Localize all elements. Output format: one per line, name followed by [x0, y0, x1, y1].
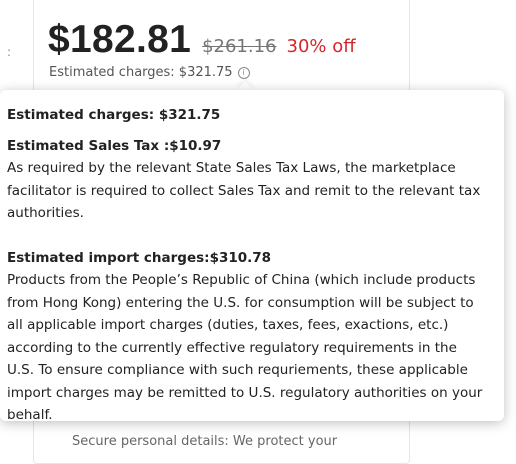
sales-tax-section: Estimated Sales Tax :$10.97 As required … — [7, 135, 488, 225]
info-circle-icon[interactable]: i — [237, 66, 250, 79]
current-price: $182.81 — [48, 18, 192, 61]
sales-tax-body: As required by the relevant State Sales … — [7, 160, 481, 221]
sales-tax-heading: Estimated Sales Tax :$10.97 — [7, 137, 222, 154]
tooltip-title: Estimated charges: $321.75 — [7, 107, 221, 123]
estimated-charges-row: Estimated charges: $321.75 i — [49, 65, 250, 80]
import-charges-section: Estimated import charges:$310.78 Product… — [7, 247, 488, 427]
estimated-charges-label: Estimated charges: $321.75 — [49, 65, 233, 80]
estimated-charges-tooltip: Estimated charges: $321.75 Estimated Sal… — [0, 90, 504, 423]
discount-badge: 30% off — [286, 36, 356, 57]
left-edge-marker: : — [7, 45, 12, 59]
price-row: $182.81 $261.16 30% off — [48, 18, 356, 62]
original-price: $261.16 — [202, 36, 277, 57]
import-charges-heading: Estimated import charges:$310.78 — [7, 249, 272, 266]
import-charges-body: Products from the People’s Republic of C… — [7, 272, 483, 423]
